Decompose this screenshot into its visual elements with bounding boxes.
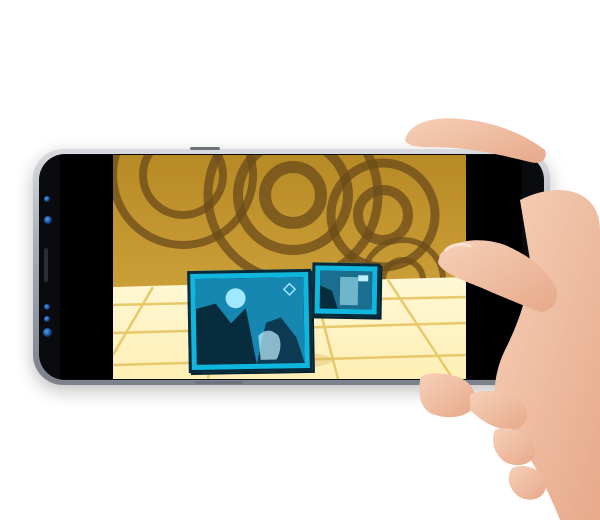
hand-icon [405,118,600,520]
product-photo [0,0,600,520]
